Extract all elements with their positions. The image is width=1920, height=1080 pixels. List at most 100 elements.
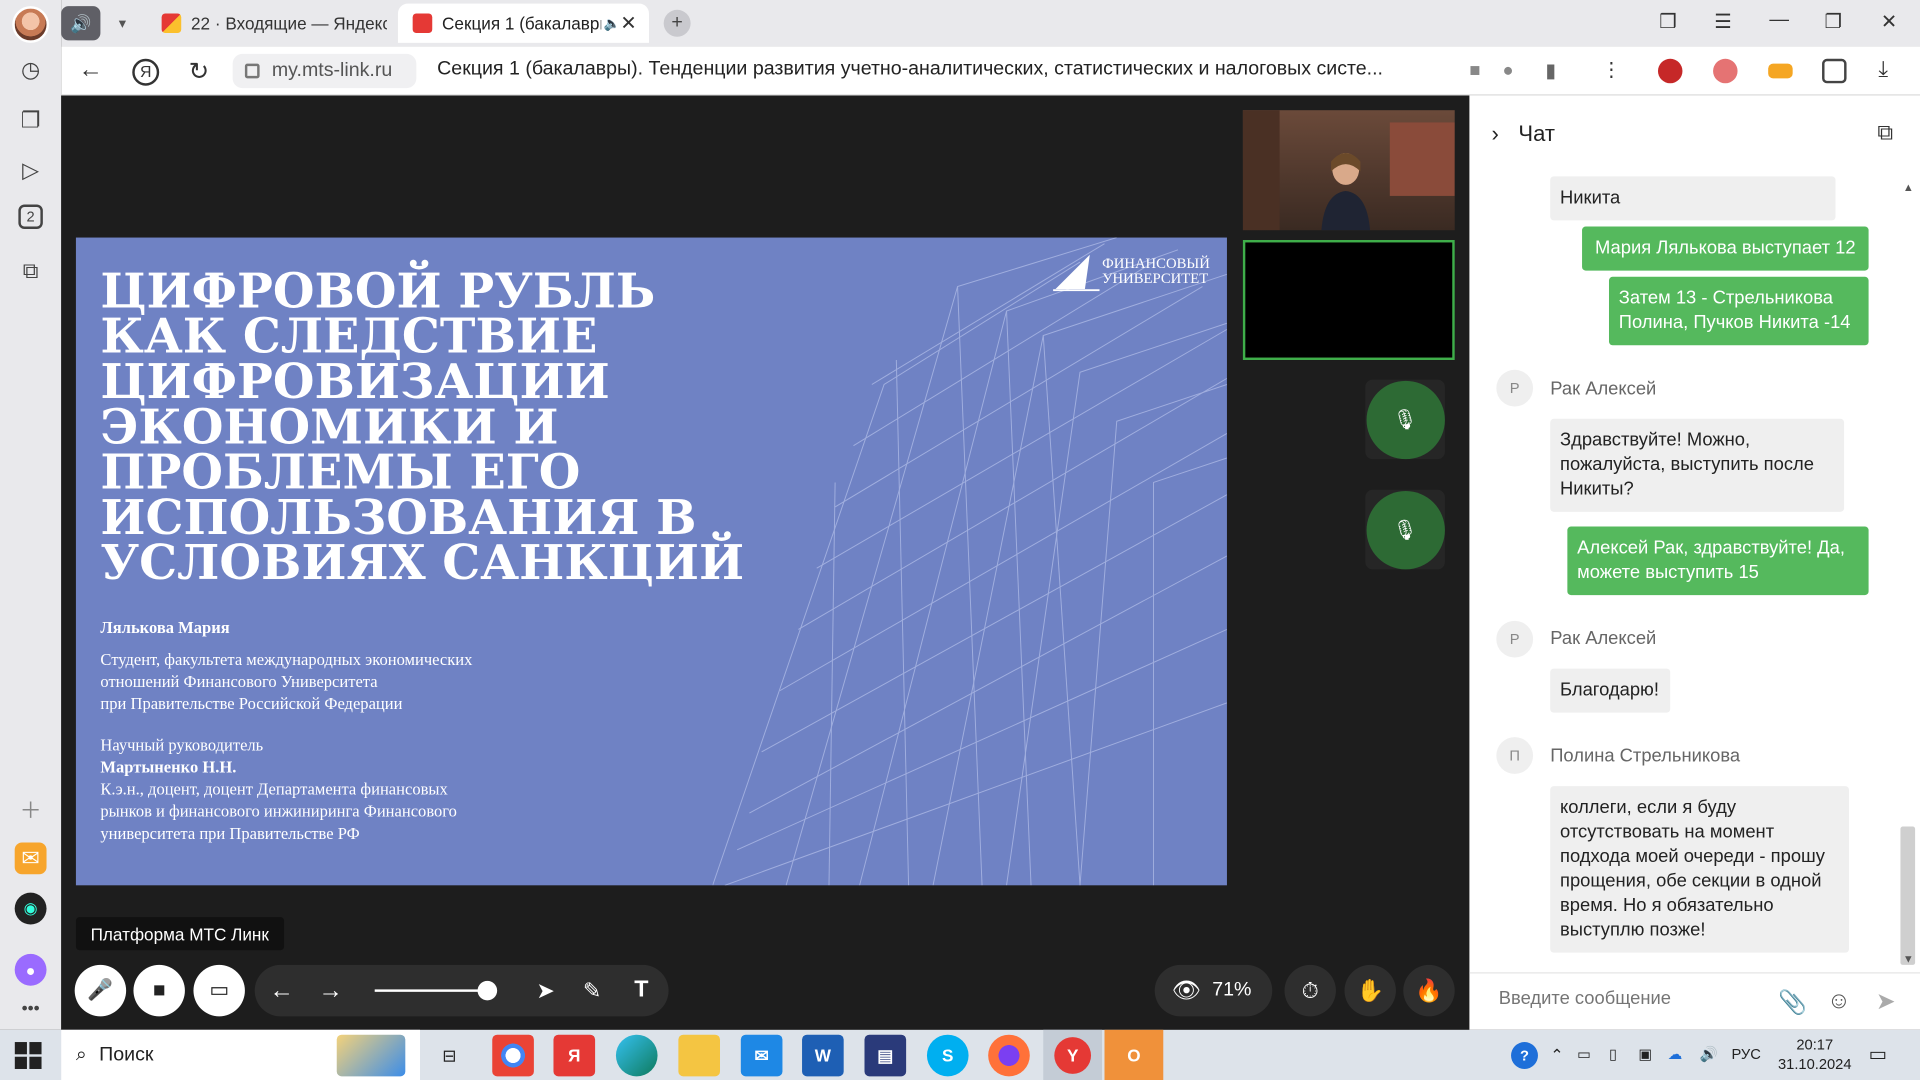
chat-message: Здравствуйте! Можно, пожалуйста, выступи… <box>1550 418 1845 512</box>
slide-author-desc: отношений Финансового Университета <box>100 672 378 691</box>
yandex-active-app[interactable]: Y <box>1043 1029 1103 1080</box>
battery-extension-icon[interactable] <box>1768 63 1793 79</box>
participant-video-person <box>1321 153 1370 231</box>
presentation-toolbar: ← → ➤ ✎ T <box>254 964 669 1017</box>
onedrive-icon[interactable]: ☁ <box>1668 1046 1683 1063</box>
new-tab-button[interactable]: + <box>663 9 691 37</box>
scroll-down-icon[interactable]: ▼ <box>1903 953 1914 965</box>
notifications-icon[interactable]: ▭ <box>1869 1042 1888 1066</box>
pen-icon[interactable]: ✎ <box>583 978 601 1004</box>
volume-slider-handle[interactable] <box>477 980 498 1001</box>
popout-icon[interactable]: ⧉ <box>1877 120 1893 146</box>
prev-slide-icon[interactable]: ← <box>269 977 293 1005</box>
emoji-icon[interactable]: ☺ <box>1827 988 1851 1015</box>
yandex-browser-icon[interactable]: Я <box>553 1034 596 1077</box>
profile-avatar[interactable] <box>12 6 49 43</box>
participant-video-tile[interactable] <box>1242 110 1455 231</box>
more-menu-icon[interactable]: ⋮ <box>1602 58 1622 82</box>
yandex-icon[interactable]: Я <box>132 58 160 86</box>
tab-manager-icon[interactable]: ❒ <box>1659 10 1677 34</box>
sender-name: Полина Стрельникова <box>1550 745 1741 767</box>
collections-extension-icon[interactable] <box>1822 58 1847 84</box>
clock[interactable]: 20:17 31.10.2024 <box>1778 1035 1852 1074</box>
chat-scrollbar[interactable] <box>1900 826 1916 965</box>
participant-tile[interactable]: 🎙 <box>1365 489 1445 570</box>
send-icon[interactable]: ➤ <box>1876 988 1895 1016</box>
outlook-icon[interactable]: O <box>1104 1029 1164 1080</box>
collections-icon[interactable]: ❐ <box>15 104 47 136</box>
add-panel-icon[interactable]: ＋ <box>15 793 47 825</box>
mail-icon[interactable]: ✉ <box>740 1034 783 1077</box>
camera-button[interactable]: ■ <box>133 964 185 1017</box>
camera-indicator-icon[interactable]: ■ <box>1469 60 1480 81</box>
chevron-down-icon[interactable]: ▾ <box>108 6 137 40</box>
microphone-button[interactable]: 🎤 <box>74 964 127 1017</box>
chat-message-input[interactable] <box>1498 988 1756 1009</box>
chat-message-own: Мария Лялькова выступает 12 <box>1582 226 1869 271</box>
pointer-icon[interactable]: ➤ <box>536 978 554 1004</box>
attach-icon[interactable]: 📎 <box>1778 988 1807 1017</box>
extension-bird-icon[interactable] <box>1713 58 1738 84</box>
sender-name: Рак Алексей <box>1550 378 1657 400</box>
more-icon[interactable]: ••• <box>15 992 47 1024</box>
alice-icon[interactable]: ● <box>14 953 47 986</box>
volume-icon[interactable]: 🔊 <box>1700 1046 1718 1063</box>
raise-hand-button[interactable]: ✋ <box>1344 964 1396 1017</box>
tab-meeting[interactable]: Секция 1 (бакалавры 🔈 ✕ <box>397 3 649 43</box>
building-wireframe-graphic <box>712 237 1227 886</box>
mail-favicon-icon <box>161 13 182 34</box>
back-icon[interactable]: ← <box>78 56 102 84</box>
close-window-button[interactable]: ✕ <box>1881 10 1897 34</box>
minimize-button[interactable]: — <box>1769 10 1789 32</box>
word-icon[interactable]: W <box>802 1034 844 1077</box>
text-tool-icon[interactable]: T <box>634 977 648 1004</box>
lock-icon <box>244 63 260 79</box>
chat-header: › Чат ⧉ <box>1469 96 1920 172</box>
logo-line-2: УНИВЕРСИТЕТ <box>1102 269 1209 287</box>
volume-slider-track[interactable] <box>374 989 488 992</box>
tray-chevron-icon[interactable]: ⌃ <box>1550 1046 1563 1066</box>
bookmark-icon[interactable]: ▮ <box>1545 59 1556 83</box>
restore-button[interactable]: ❐ <box>1825 10 1843 34</box>
tabs-count-icon[interactable]: 2 <box>18 204 43 229</box>
chrome-icon[interactable] <box>492 1034 534 1077</box>
screenshot-icon[interactable]: ⧉ <box>15 255 47 287</box>
url-field[interactable]: my.mts-link.ru <box>232 53 417 89</box>
chat-input-bar: 📎 ☺ ➤ <box>1469 972 1920 1030</box>
windows-start-icon[interactable] <box>14 1042 42 1069</box>
task-view-icon[interactable]: ⊟ <box>429 1035 471 1077</box>
slide-author: Лялькова Мария <box>100 618 230 637</box>
network-icon[interactable]: ▣ <box>1638 1046 1652 1063</box>
mail-app-icon[interactable]: ✉ <box>14 842 47 875</box>
edge-icon[interactable] <box>615 1034 658 1077</box>
scroll-up-icon[interactable]: ▲ <box>1903 181 1914 193</box>
mic-indicator-icon[interactable]: ● <box>1502 60 1513 81</box>
file-explorer-icon[interactable] <box>678 1034 721 1077</box>
extension-shield-icon[interactable] <box>1657 58 1683 84</box>
close-tab-icon[interactable]: ✕ <box>620 11 636 35</box>
firefox-icon[interactable] <box>988 1034 1030 1077</box>
battery-icon[interactable]: ▭ <box>1577 1046 1591 1063</box>
play-icon[interactable]: ▷ <box>15 154 47 186</box>
language-indicator[interactable]: РУС <box>1731 1046 1760 1063</box>
help-icon[interactable]: ? <box>1511 1042 1538 1069</box>
download-icon[interactable]: ⤓ <box>1878 56 1888 82</box>
participant-video-tile-active[interactable] <box>1242 240 1455 361</box>
next-slide-icon[interactable]: → <box>318 977 342 1005</box>
history-icon[interactable]: ◷ <box>15 54 47 86</box>
collapse-chevron-icon[interactable]: › <box>1491 121 1498 147</box>
speaker-icon: 🔈 <box>603 16 621 32</box>
reactions-button[interactable]: 🔥 <box>1403 964 1455 1017</box>
music-app-icon[interactable]: ◉ <box>14 892 47 925</box>
skype-icon[interactable]: S <box>926 1034 969 1077</box>
audio-tabs-icon[interactable]: 🔊 <box>61 6 101 41</box>
timer-button[interactable]: ⏱ <box>1284 964 1336 1017</box>
device-icon[interactable]: ▯ <box>1609 1046 1617 1063</box>
screen-share-button[interactable]: ▭ <box>193 964 245 1017</box>
menu-icon[interactable]: ☰ <box>1714 10 1732 34</box>
participant-tile[interactable]: 🎙 <box>1365 379 1445 460</box>
app-icon[interactable]: ▤ <box>864 1034 907 1077</box>
reload-icon[interactable]: ↻ <box>189 56 210 87</box>
tab-mail[interactable]: 22 · Входящие — Яндекс Почта <box>147 4 392 43</box>
taskbar-search[interactable]: ⌕ Поиск <box>61 1029 421 1080</box>
